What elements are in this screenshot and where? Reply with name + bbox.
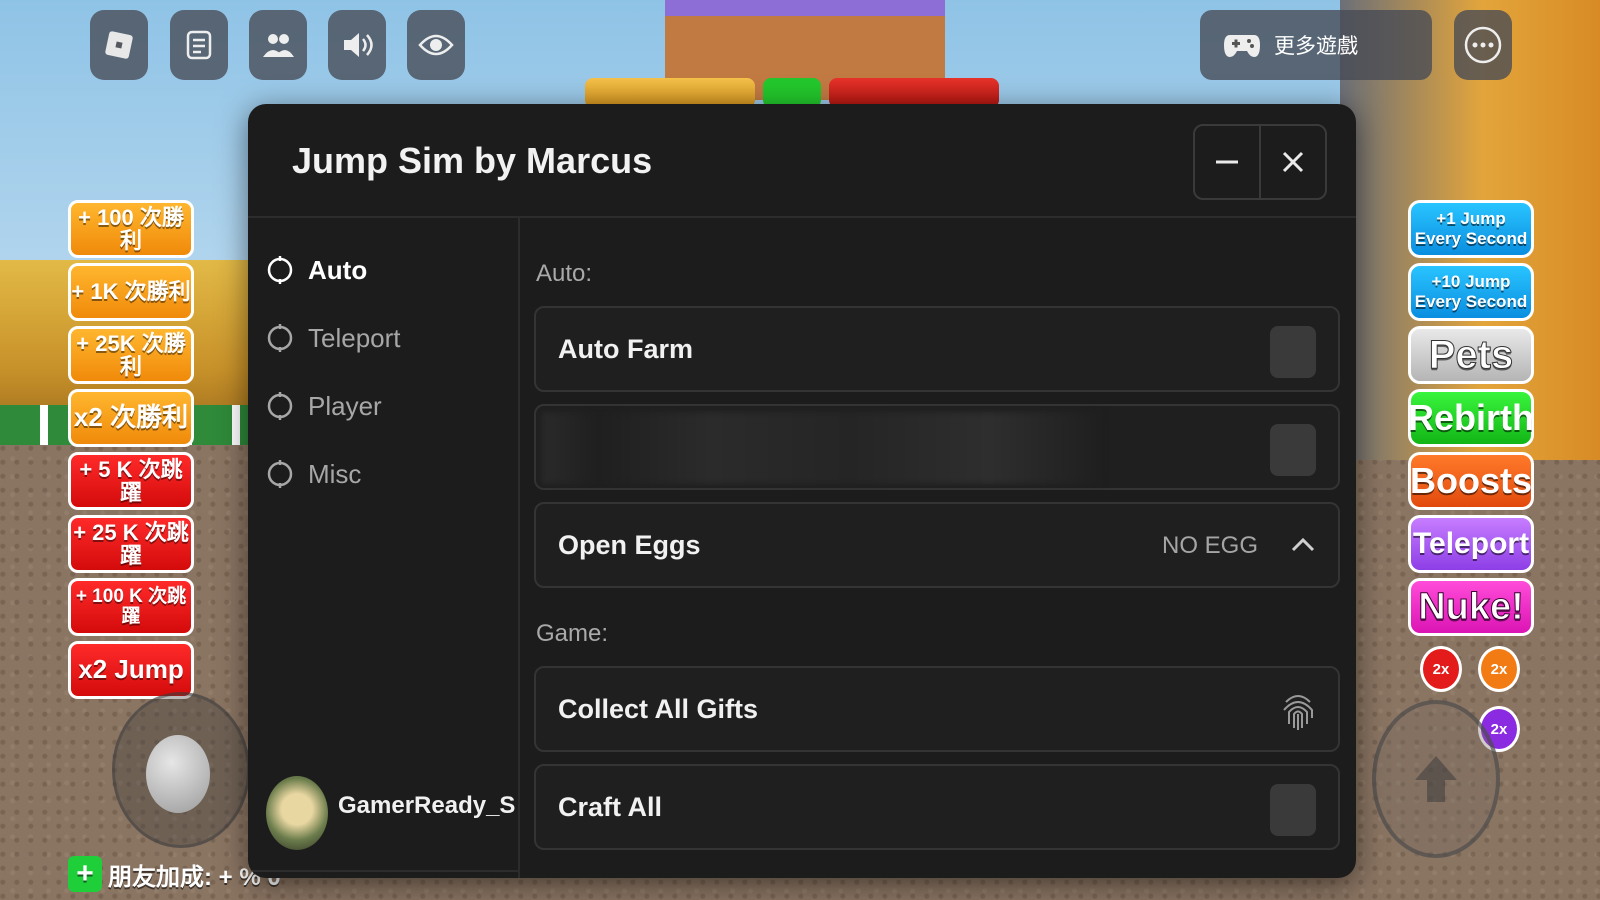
craft-all-row[interactable]: Craft All <box>534 764 1340 850</box>
row-label: Open Eggs <box>558 530 701 560</box>
boost-25k-wins-button[interactable]: + 25K 次勝利 <box>68 326 194 384</box>
plus-icon: + <box>68 856 102 892</box>
row-label: Auto Farm <box>558 334 693 364</box>
fingerprint-icon <box>1283 695 1313 730</box>
players-button[interactable] <box>249 10 307 80</box>
boost-label: + 25 K 次跳躍 <box>73 519 189 568</box>
badge-label: 2x <box>1490 660 1508 678</box>
boost-label: x2 Jump <box>78 654 184 685</box>
boost-x2-jump-button[interactable]: x2 Jump <box>68 641 194 699</box>
sidebar-item-auto[interactable]: Auto <box>266 242 367 298</box>
boost-label: + 1K 次勝利 <box>71 279 191 305</box>
button-label: +1 Jump Every Second <box>1414 209 1528 248</box>
craft-all-toggle[interactable] <box>1270 784 1316 836</box>
user-divider <box>248 870 518 872</box>
username: GamerReady_S <box>338 792 516 819</box>
badge-label: 2x <box>1432 660 1450 678</box>
nuke-button[interactable]: Nuke! <box>1408 578 1534 636</box>
boost-label: x2 次勝利 <box>73 402 189 433</box>
sidebar-item-label: Player <box>308 390 382 421</box>
crosshair-icon <box>267 256 293 284</box>
more-options-button[interactable] <box>1454 10 1512 80</box>
speaker-icon <box>344 33 373 57</box>
roblox-menu-button[interactable] <box>90 10 148 80</box>
boost-5k-jumps-button[interactable]: + 5 K 次跳躍 <box>68 452 194 510</box>
chat-icon <box>186 30 212 60</box>
joystick-knob[interactable] <box>146 735 210 813</box>
boost-x2-wins-button[interactable]: x2 次勝利 <box>68 389 194 447</box>
people-icon <box>263 34 294 57</box>
button-label: Pets <box>1428 332 1514 377</box>
roblox-logo-icon <box>105 31 133 59</box>
avatar <box>266 776 328 850</box>
sidebar-item-label: Misc <box>308 458 362 489</box>
sidebar-item-player[interactable]: Player <box>266 378 382 434</box>
chat-button[interactable] <box>170 10 228 80</box>
chevron-up-icon <box>1291 537 1315 552</box>
section-label-game: Game: <box>536 620 609 647</box>
button-label: Teleport <box>1412 527 1530 560</box>
minimize-icon <box>1216 160 1238 164</box>
close-button[interactable] <box>1259 126 1325 198</box>
content-area: Auto: Auto Farm Open Eggs NO EGG Game: C… <box>518 218 1356 878</box>
dropdown-value: NO EGG <box>1161 532 1258 559</box>
boost-label: + 100 次勝利 <box>78 204 184 253</box>
section-label-auto: Auto: <box>536 260 593 287</box>
sound-button[interactable] <box>328 10 386 80</box>
more-games-label: 更多遊戲 <box>1274 35 1358 58</box>
boost-label: + 5 K 次跳躍 <box>79 456 183 505</box>
boost-100k-jumps-button[interactable]: + 100 K 次跳躍 <box>68 578 194 636</box>
teleport-game-button[interactable]: Teleport <box>1408 515 1534 573</box>
plus-1-jump-button[interactable]: +1 Jump Every Second <box>1408 200 1534 258</box>
visibility-button[interactable] <box>407 10 465 80</box>
boost-2x-badge[interactable]: 2x <box>1478 646 1520 692</box>
sidebar-item-teleport[interactable]: Teleport <box>266 310 401 366</box>
sidebar-item-misc[interactable]: Misc <box>266 446 361 502</box>
button-label: Rebirth <box>1408 397 1534 438</box>
boost-label: + 100 K 次跳躍 <box>75 586 187 627</box>
auto-farm-row[interactable]: Auto Farm <box>534 306 1340 392</box>
close-icon <box>1282 151 1304 173</box>
button-label: +10 Jump Every Second <box>1414 272 1528 311</box>
boost-label: + 25K 次勝利 <box>76 330 186 379</box>
sidebar-item-label: Auto <box>308 254 368 285</box>
pets-button[interactable]: Pets <box>1408 326 1534 384</box>
boost-25k-jumps-button[interactable]: + 25 K 次跳躍 <box>68 515 194 573</box>
jump-button[interactable] <box>1372 700 1500 858</box>
window-title: Jump Sim by Marcus <box>292 140 653 181</box>
script-hub-window: Jump Sim by Marcus Auto Teleport Player … <box>248 104 1356 878</box>
boost-100-wins-button[interactable]: + 100 次勝利 <box>68 200 194 258</box>
open-eggs-dropdown[interactable]: Open Eggs NO EGG <box>534 502 1340 588</box>
boost-1k-wins-button[interactable]: + 1K 次勝利 <box>68 263 194 321</box>
plus-10-jump-button[interactable]: +10 Jump Every Second <box>1408 263 1534 321</box>
eye-icon <box>418 34 454 56</box>
redacted-toggle-row[interactable] <box>534 404 1340 490</box>
badge-label: 2x <box>1490 720 1508 738</box>
row-label: Collect All Gifts <box>558 694 759 724</box>
crosshair-icon <box>267 324 293 352</box>
crosshair-icon <box>267 392 293 420</box>
window-controls <box>1193 124 1327 200</box>
button-label: Nuke! <box>1418 585 1525 628</box>
minimize-button[interactable] <box>1195 126 1259 198</box>
boosts-button[interactable]: Boosts <box>1408 452 1534 510</box>
gamepad-icon <box>1224 35 1260 57</box>
sidebar-item-label: Teleport <box>308 322 401 353</box>
redacted-toggle[interactable] <box>1270 424 1316 476</box>
ellipsis-icon <box>1464 26 1502 64</box>
collect-all-gifts-button[interactable]: Collect All Gifts <box>534 666 1340 752</box>
boost-2x-badge[interactable]: 2x <box>1420 646 1462 692</box>
blurred-content <box>542 412 1102 484</box>
row-label: Craft All <box>558 792 663 822</box>
currency-bar <box>585 78 1015 108</box>
button-label: Boosts <box>1410 460 1533 501</box>
crosshair-icon <box>267 460 293 488</box>
more-games-button[interactable]: 更多遊戲 <box>1200 10 1432 80</box>
up-arrow-icon <box>1415 756 1457 802</box>
rebirth-button[interactable]: Rebirth <box>1408 389 1534 447</box>
auto-farm-toggle[interactable] <box>1270 326 1316 378</box>
